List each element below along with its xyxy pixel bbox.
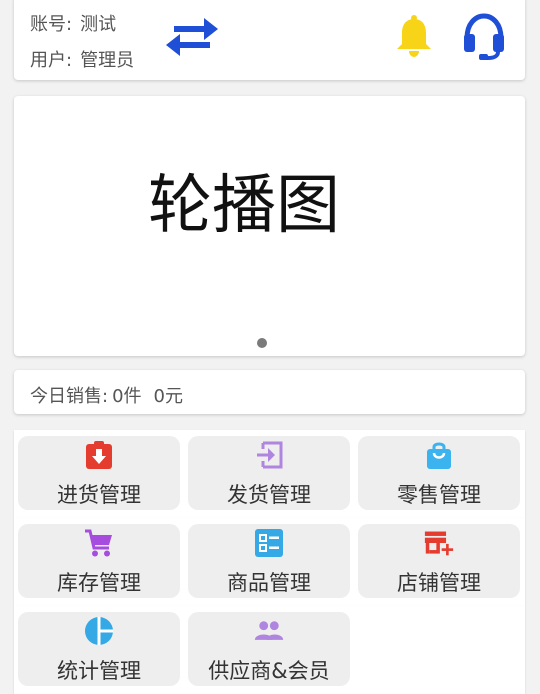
today-sales-bar: 今日销售: 0件 0元 <box>14 370 525 414</box>
swap-icon[interactable] <box>164 16 220 58</box>
carousel-placeholder-text: 轮播图 <box>148 169 340 243</box>
menu-supplier-member-management[interactable]: 供应商&会员 <box>188 612 350 686</box>
today-sales-text: 今日销售: 0件 0元 <box>30 382 183 408</box>
menu-label: 发货管理 <box>227 483 311 507</box>
account-value: 测试 <box>80 14 117 35</box>
menu-row-2: 库存管理 商品管理 店铺管理 <box>14 518 525 606</box>
menu-label: 进货管理 <box>57 483 141 507</box>
carousel-banner[interactable]: 轮播图 <box>14 96 525 356</box>
headset-icon[interactable] <box>462 12 506 60</box>
sales-label: 今日销售: <box>30 386 109 407</box>
menu-retail-management[interactable]: 零售管理 <box>358 436 520 510</box>
shopping-bag-icon <box>427 442 451 469</box>
user-line: 用户: 管理员 <box>30 46 134 72</box>
cart-icon <box>85 529 112 557</box>
account-header: 账号: 测试 用户: 管理员 <box>14 0 525 80</box>
menu-label: 统计管理 <box>57 659 141 683</box>
purchase-icon <box>86 441 112 469</box>
user-value: 管理员 <box>80 50 135 71</box>
menu-purchase-management[interactable]: 进货管理 <box>18 436 180 510</box>
menu-shipping-management[interactable]: 发货管理 <box>188 436 350 510</box>
menu-label: 零售管理 <box>397 483 481 507</box>
menu-statistics-management[interactable]: 统计管理 <box>18 612 180 686</box>
menu-label: 库存管理 <box>57 571 141 595</box>
menu-row-3: 统计管理 供应商&会员 <box>14 606 525 694</box>
menu-row-1: 进货管理 发货管理 零售管理 <box>14 430 525 518</box>
menu-label: 供应商&会员 <box>208 659 330 683</box>
store-icon <box>424 531 454 556</box>
pie-chart-icon <box>85 617 113 645</box>
user-label: 用户: <box>30 50 73 71</box>
menu-product-management[interactable]: 商品管理 <box>188 524 350 598</box>
account-label: 账号: <box>30 14 73 35</box>
account-line: 账号: 测试 <box>30 10 116 36</box>
carousel-indicator-dot[interactable] <box>257 338 267 348</box>
sales-amount: 0元 <box>153 386 183 407</box>
menu-store-management[interactable]: 店铺管理 <box>358 524 520 598</box>
sales-count: 0件 <box>112 386 142 407</box>
bell-icon[interactable] <box>395 14 433 58</box>
people-icon <box>254 621 284 640</box>
menu-label: 商品管理 <box>227 571 311 595</box>
ship-icon <box>257 441 283 469</box>
product-list-icon <box>255 529 283 557</box>
menu-label: 店铺管理 <box>397 571 481 595</box>
menu-inventory-management[interactable]: 库存管理 <box>18 524 180 598</box>
